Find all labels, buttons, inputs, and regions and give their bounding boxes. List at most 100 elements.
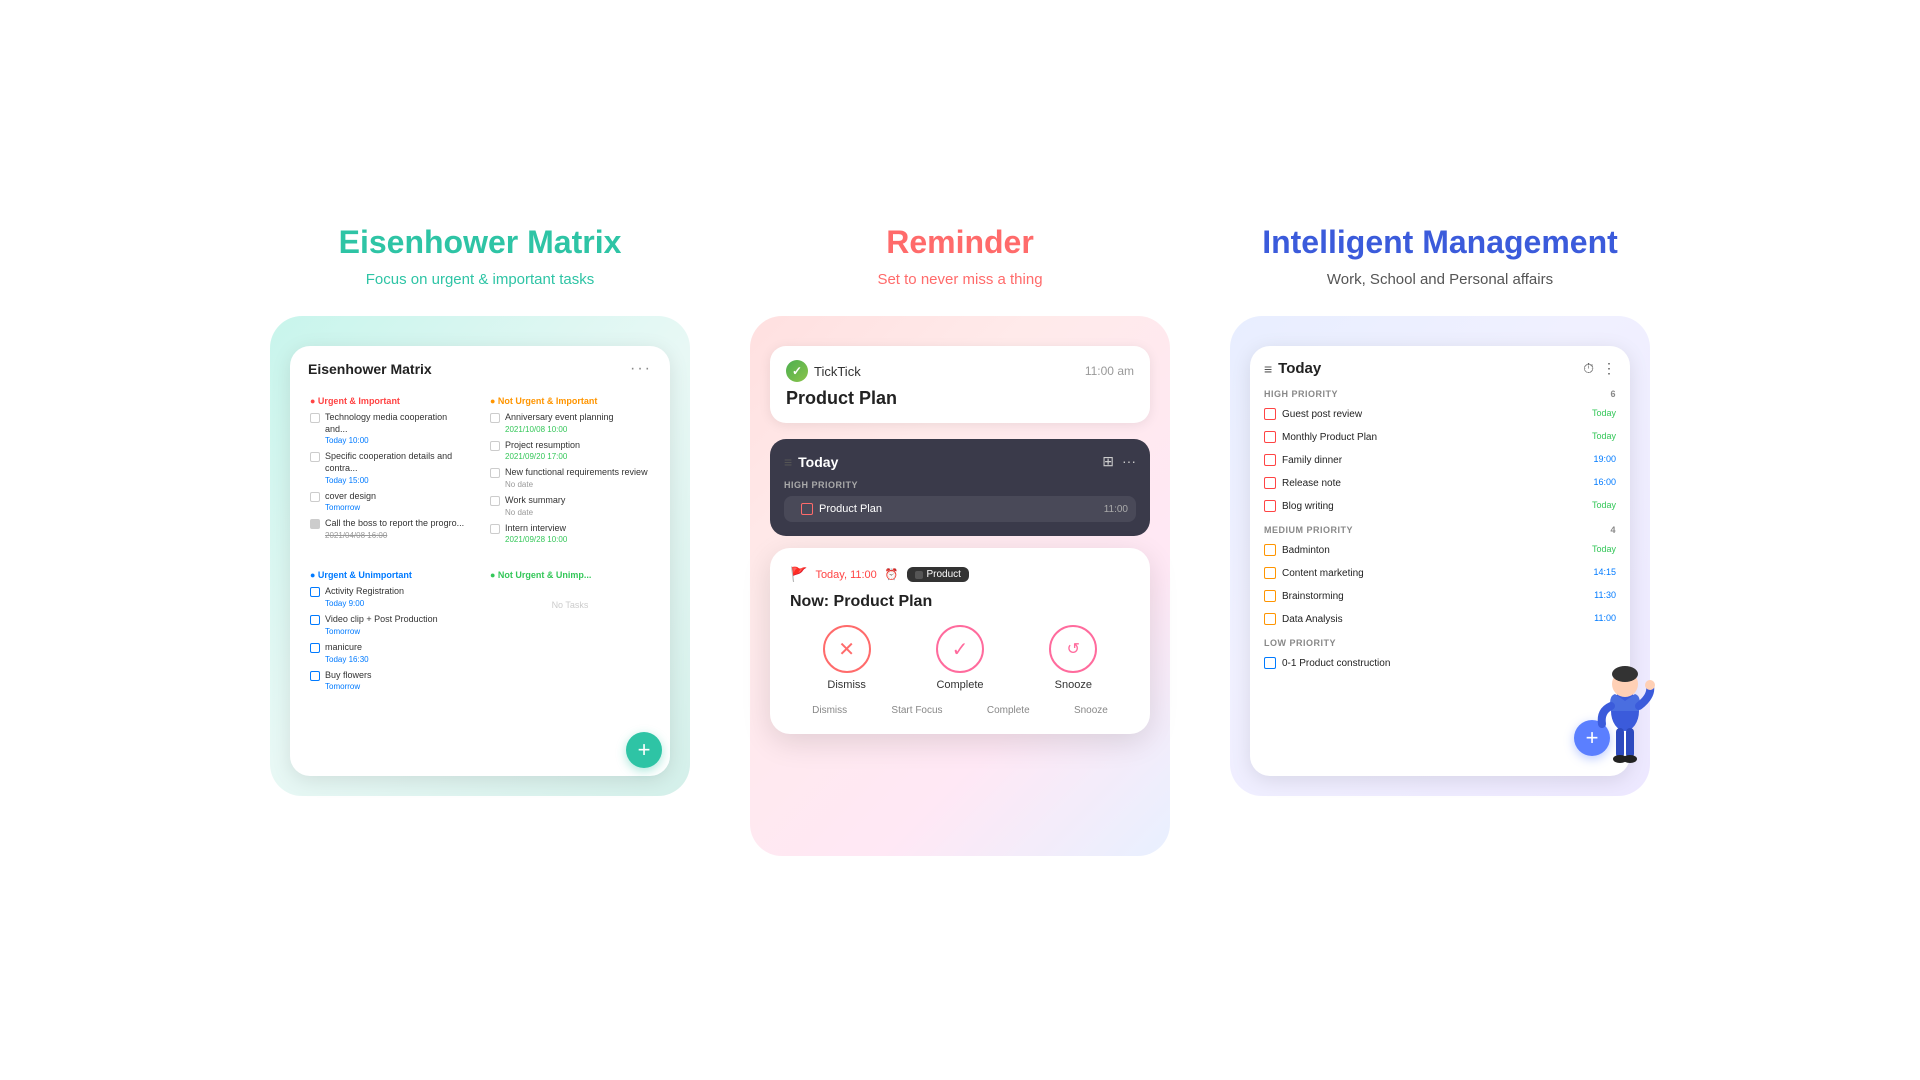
q3-label: ● Urgent & Unimportant: [310, 570, 470, 580]
task-checkbox[interactable]: [1264, 431, 1276, 443]
app-logo: ✓ TickTick: [786, 360, 861, 382]
list-item: Brainstorming 11:30: [1264, 587, 1616, 605]
table-row: Activity Registration Today 9:00: [310, 586, 470, 608]
notification-title: Product Plan: [786, 388, 1134, 409]
task-checkbox-done[interactable]: [310, 519, 320, 529]
task-checkbox[interactable]: [1264, 454, 1276, 466]
more-options-icon[interactable]: ⋮: [1602, 360, 1616, 377]
table-row: Anniversary event planning 2021/10/08 10…: [490, 412, 650, 434]
table-row: Video clip + Post Production Tomorrow: [310, 614, 470, 636]
high-priority-header: HIGH PRIORITY 6: [1264, 389, 1616, 399]
list-item: Monthly Product Plan Today: [1264, 428, 1616, 446]
high-priority-group: HIGH PRIORITY 6 Guest post review Today …: [1264, 389, 1616, 515]
flag-icon: 🚩: [790, 566, 807, 583]
reminder-card: Reminder Set to never miss a thing ✓ Tic…: [750, 224, 1170, 856]
table-row: cover design Tomorrow: [310, 491, 470, 513]
phone-screen: ≡ Today ⊞ ··· HIGH PRIORITY Product Plan…: [770, 439, 1150, 536]
high-count: 6: [1610, 389, 1616, 399]
task-checkbox[interactable]: [490, 441, 500, 451]
list-item: Blog writing Today: [1264, 497, 1616, 515]
complete-action[interactable]: ✓ Complete: [936, 625, 984, 691]
notification-header: ✓ TickTick 11:00 am: [786, 360, 1134, 382]
task-checkbox[interactable]: [310, 413, 320, 423]
snooze-action[interactable]: ↺ Snooze: [1049, 625, 1097, 691]
table-row: New functional requirements review No da…: [490, 467, 650, 489]
card1-title: Eisenhower Matrix: [339, 224, 622, 261]
bottom-startfocus[interactable]: Start Focus: [891, 705, 942, 716]
list-item: Family dinner 19:00: [1264, 451, 1616, 469]
dots-icon[interactable]: ···: [1122, 453, 1136, 470]
medium-priority-group: MEDIUM PRIORITY 4 Badminton Today Conten…: [1264, 525, 1616, 628]
task-checkbox[interactable]: [1264, 408, 1276, 420]
reminder-datetime: Today, 11:00: [815, 569, 876, 581]
task-checkbox[interactable]: [1264, 477, 1276, 489]
task-checkbox[interactable]: [310, 492, 320, 502]
task-checkbox[interactable]: [1264, 544, 1276, 556]
task-checkbox[interactable]: [310, 587, 320, 597]
screen-today-title: Today: [798, 454, 838, 470]
card2-title: Reminder: [886, 224, 1034, 261]
today-phone: ≡ Today ⏱ ⋮ HIGH PRIORITY 6: [1250, 346, 1630, 776]
screen-header: ≡ Today ⊞ ···: [784, 453, 1136, 470]
screen-task-row: Product Plan 11:00: [784, 496, 1136, 522]
task-checkbox[interactable]: [310, 643, 320, 653]
list-item: Data Analysis 11:00: [1264, 610, 1616, 628]
ticktick-icon: ✓: [786, 360, 808, 382]
dismiss-label: Dismiss: [827, 679, 866, 691]
task-checkbox[interactable]: [490, 524, 500, 534]
task-checkbox[interactable]: [1264, 657, 1276, 669]
task-checkbox[interactable]: [310, 615, 320, 625]
q4-label: ● Not Urgent & Unimp...: [490, 570, 650, 580]
today-title: Today: [1278, 360, 1321, 377]
product-tag: Product: [907, 567, 969, 582]
bottom-dismiss[interactable]: Dismiss: [812, 705, 847, 716]
task-checkbox[interactable]: [1264, 500, 1276, 512]
table-row: Technology media cooperation and... Toda…: [310, 412, 470, 445]
quadrant-urgent-important: ● Urgent & Important Technology media co…: [304, 390, 476, 556]
q1-label: ● Urgent & Important: [310, 396, 470, 406]
more-icon[interactable]: ···: [630, 360, 652, 378]
task-checkbox[interactable]: [1264, 567, 1276, 579]
quadrant-not-urgent-important: ● Not Urgent & Important Anniversary eve…: [484, 390, 656, 556]
dismiss-circle: ✕: [823, 625, 871, 673]
eisenhower-card: Eisenhower Matrix Focus on urgent & impo…: [270, 224, 690, 796]
menu-icon: ≡: [784, 454, 792, 470]
high-label: HIGH PRIORITY: [1264, 389, 1338, 399]
bottom-snooze[interactable]: Snooze: [1074, 705, 1108, 716]
grid-icon[interactable]: ⊞: [1102, 453, 1114, 470]
product-label: Product: [927, 569, 961, 580]
table-row: Call the boss to report the progro... 20…: [310, 518, 470, 540]
task-checkbox[interactable]: [801, 503, 813, 515]
screen-task-time: 11:00: [1104, 504, 1128, 515]
task-checkbox[interactable]: [490, 468, 500, 478]
table-row: manicure Today 16:30: [310, 642, 470, 664]
medium-label: MEDIUM PRIORITY: [1264, 525, 1353, 535]
low-label: LOW PRIORITY: [1264, 638, 1336, 648]
reminder-actions: ✕ Dismiss ✓ Complete ↺ Snooze: [790, 625, 1130, 691]
q2-label: ● Not Urgent & Important: [490, 396, 650, 406]
task-checkbox[interactable]: [1264, 590, 1276, 602]
dismiss-action[interactable]: ✕ Dismiss: [823, 625, 871, 691]
management-card: Intelligent Management Work, School and …: [1230, 224, 1650, 796]
task-checkbox[interactable]: [310, 671, 320, 681]
card3-title: Intelligent Management: [1262, 224, 1618, 261]
list-item: Badminton Today: [1264, 541, 1616, 559]
reminder-meta: 🚩 Today, 11:00 ⏰ Product: [790, 566, 1130, 583]
complete-circle: ✓: [936, 625, 984, 673]
task-checkbox[interactable]: [490, 496, 500, 506]
timer-icon[interactable]: ⏱: [1583, 360, 1594, 377]
table-row: Buy flowers Tomorrow: [310, 670, 470, 692]
bottom-complete[interactable]: Complete: [987, 705, 1030, 716]
task-checkbox[interactable]: [1264, 613, 1276, 625]
table-row: Intern interview 2021/09/28 10:00: [490, 523, 650, 545]
add-task-fab[interactable]: +: [626, 732, 662, 768]
list-item: Release note 16:00: [1264, 474, 1616, 492]
menu-icon: ≡: [1264, 361, 1272, 377]
task-checkbox[interactable]: [310, 452, 320, 462]
table-row: Project resumption 2021/09/20 17:00: [490, 440, 650, 462]
task-checkbox[interactable]: [490, 413, 500, 423]
list-item: Content marketing 14:15: [1264, 564, 1616, 582]
phone-header: Eisenhower Matrix ···: [304, 360, 656, 378]
table-row: Work summary No date: [490, 495, 650, 517]
notification-time: 11:00 am: [1085, 364, 1134, 378]
